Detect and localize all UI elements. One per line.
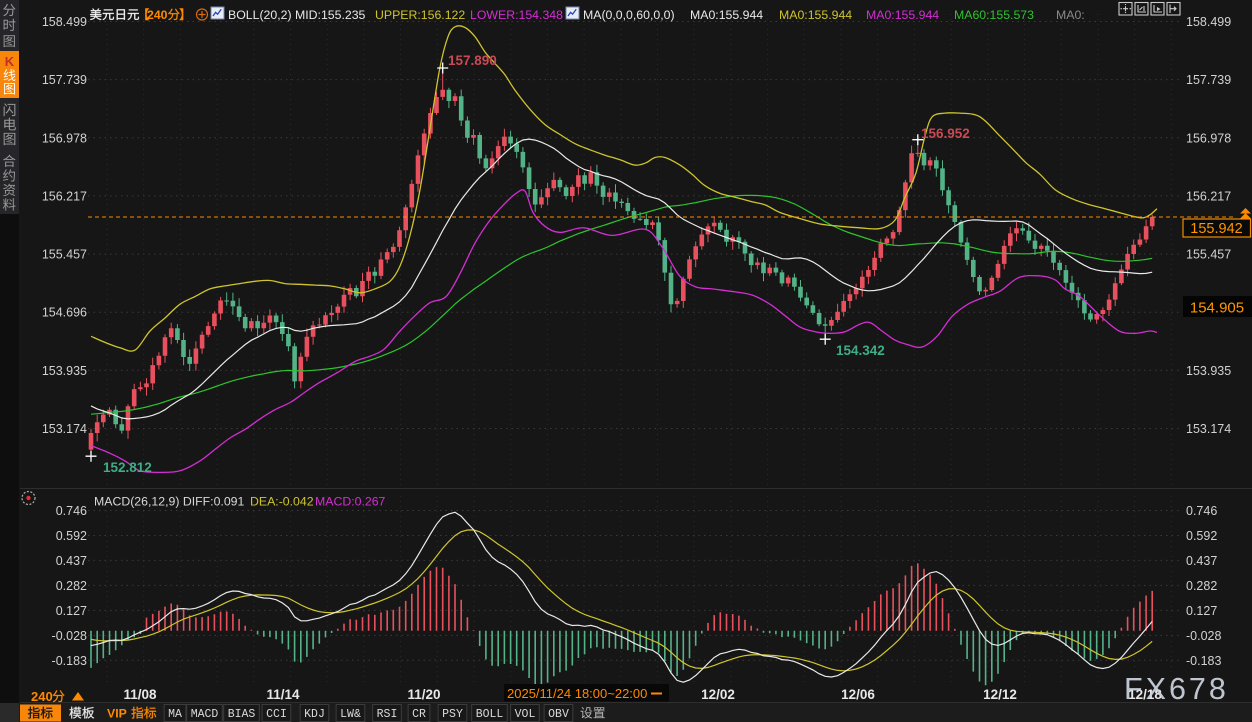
svg-text:0.127: 0.127 bbox=[1186, 604, 1217, 618]
svg-text:154.905: 154.905 bbox=[1190, 300, 1244, 317]
svg-text:0.592: 0.592 bbox=[56, 529, 87, 543]
svg-text:154.696: 154.696 bbox=[42, 306, 87, 320]
svg-text:MACD(26,12,9) DIFF:0.091: MACD(26,12,9) DIFF:0.091 bbox=[94, 495, 245, 509]
svg-text:155.942: 155.942 bbox=[1190, 221, 1242, 237]
svg-text:BOLL(20,2) MID:155.235: BOLL(20,2) MID:155.235 bbox=[228, 8, 366, 22]
svg-text:MA60:155.573: MA60:155.573 bbox=[954, 8, 1034, 22]
svg-text:PSY: PSY bbox=[442, 708, 463, 721]
svg-text:11/14: 11/14 bbox=[266, 687, 300, 702]
svg-text:152.812: 152.812 bbox=[103, 460, 152, 475]
svg-text:158.499: 158.499 bbox=[1186, 15, 1231, 29]
svg-text:11/20: 11/20 bbox=[407, 687, 440, 702]
svg-text:-0.028: -0.028 bbox=[52, 629, 87, 643]
svg-text:LW&: LW& bbox=[340, 708, 361, 721]
svg-text:0.282: 0.282 bbox=[1186, 579, 1217, 593]
svg-text:MACD:0.267: MACD:0.267 bbox=[315, 495, 386, 509]
svg-text:MA(0,0,0,60,0,0): MA(0,0,0,60,0,0) bbox=[583, 8, 675, 22]
svg-text:-0.183: -0.183 bbox=[1186, 654, 1221, 668]
svg-text:0.437: 0.437 bbox=[1186, 554, 1217, 568]
svg-text:MA0:: MA0: bbox=[1056, 8, 1085, 22]
svg-text:UPPER:156.122: UPPER:156.122 bbox=[375, 8, 465, 22]
svg-text:CCI: CCI bbox=[266, 708, 287, 721]
svg-text:BIAS: BIAS bbox=[228, 708, 256, 721]
svg-text:MA0:155.944: MA0:155.944 bbox=[779, 8, 852, 22]
svg-text:155.457: 155.457 bbox=[1186, 248, 1231, 262]
svg-text:OBV: OBV bbox=[548, 708, 569, 721]
svg-text:156.217: 156.217 bbox=[1186, 189, 1231, 203]
svg-text:157.739: 157.739 bbox=[1186, 73, 1231, 87]
svg-text:CR: CR bbox=[412, 708, 426, 721]
svg-text:0.592: 0.592 bbox=[1186, 529, 1217, 543]
svg-text:153.174: 153.174 bbox=[42, 422, 87, 436]
svg-text:153.174: 153.174 bbox=[1186, 422, 1231, 436]
svg-text:MA0:155.944: MA0:155.944 bbox=[690, 8, 763, 22]
svg-text:0.746: 0.746 bbox=[1186, 504, 1217, 518]
svg-text:MACD: MACD bbox=[191, 708, 219, 721]
svg-text:BOLL: BOLL bbox=[476, 708, 504, 721]
svg-text:-0.183: -0.183 bbox=[52, 654, 87, 668]
svg-text:12/02: 12/02 bbox=[701, 687, 735, 702]
svg-text:FX678: FX678 bbox=[1124, 672, 1229, 706]
svg-text:157.739: 157.739 bbox=[42, 73, 87, 87]
svg-text:157.890: 157.890 bbox=[448, 53, 497, 68]
svg-text:11/08: 11/08 bbox=[123, 687, 157, 702]
svg-text:VIP: VIP bbox=[107, 707, 127, 721]
svg-text:156.978: 156.978 bbox=[42, 131, 87, 145]
svg-text:155.457: 155.457 bbox=[42, 248, 87, 262]
svg-text:156.978: 156.978 bbox=[1186, 131, 1231, 145]
svg-text:153.935: 153.935 bbox=[1186, 364, 1231, 378]
svg-text:240: 240 bbox=[147, 8, 168, 22]
svg-text:VOL: VOL bbox=[515, 708, 536, 721]
svg-text:12/12: 12/12 bbox=[983, 687, 1017, 702]
svg-text:LOWER:154.348: LOWER:154.348 bbox=[470, 8, 563, 22]
svg-text:MA: MA bbox=[168, 708, 182, 721]
svg-text:154.342: 154.342 bbox=[836, 343, 885, 358]
svg-text:MA0:155.944: MA0:155.944 bbox=[866, 8, 939, 22]
svg-text:2025/11/24 18:00~22:00: 2025/11/24 18:00~22:00 bbox=[507, 686, 647, 701]
svg-text:DEA:-0.042: DEA:-0.042 bbox=[250, 495, 314, 509]
svg-text:156.952: 156.952 bbox=[921, 126, 970, 141]
svg-text:KDJ: KDJ bbox=[304, 708, 325, 721]
svg-text:RSI: RSI bbox=[377, 708, 398, 721]
svg-text:K: K bbox=[5, 54, 15, 69]
svg-text:158.499: 158.499 bbox=[42, 15, 87, 29]
svg-text:12/06: 12/06 bbox=[841, 687, 875, 702]
svg-text:-0.028: -0.028 bbox=[1186, 629, 1221, 643]
svg-text:0.282: 0.282 bbox=[56, 579, 87, 593]
svg-text:156.217: 156.217 bbox=[42, 189, 87, 203]
svg-text:0.127: 0.127 bbox=[56, 604, 87, 618]
svg-text:240: 240 bbox=[31, 689, 53, 704]
svg-text:0.437: 0.437 bbox=[56, 554, 87, 568]
svg-text:153.935: 153.935 bbox=[42, 364, 87, 378]
svg-text:0.746: 0.746 bbox=[56, 504, 87, 518]
